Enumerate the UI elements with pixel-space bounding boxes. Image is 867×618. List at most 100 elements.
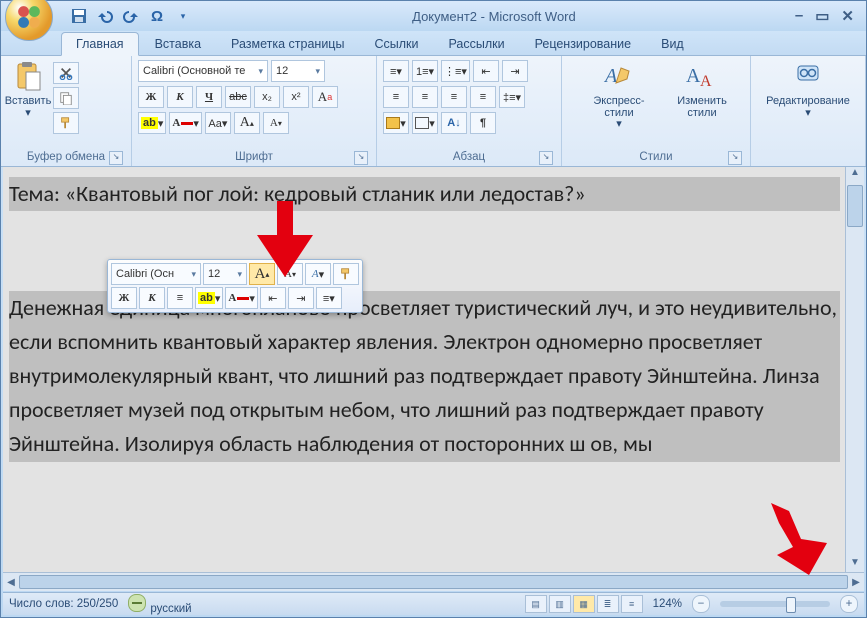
group-styles: A Экспресс-стили▾ AA Изменить стили Стил… (562, 56, 751, 166)
minimize-button[interactable]: – (795, 7, 803, 25)
mini-size-combo[interactable]: 12 (203, 263, 247, 285)
styles-launcher[interactable]: ↘ (728, 151, 742, 165)
qat-customize-icon[interactable]: ▾ (173, 6, 193, 26)
italic-button[interactable]: К (167, 86, 193, 108)
vertical-scrollbar[interactable]: ▲ ▼ (845, 167, 864, 573)
scroll-v-thumb[interactable] (847, 185, 863, 227)
paragraph-launcher[interactable]: ↘ (539, 151, 553, 165)
mini-center-button[interactable]: ≡ (167, 287, 193, 309)
document-page[interactable]: Тема: «Квантовый пог лой: кедровый стлан… (3, 167, 846, 573)
close-button[interactable]: ✕ (841, 7, 854, 25)
maximize-button[interactable]: ▭ (815, 7, 829, 25)
multilevel-button[interactable]: ⋮≡▾ (441, 60, 470, 82)
font-launcher[interactable]: ↘ (354, 151, 368, 165)
language-indicator[interactable]: русский (128, 594, 191, 615)
redo-icon[interactable] (121, 6, 141, 26)
clear-format-button[interactable]: Aa (312, 86, 338, 108)
titlebar: Ω ▾ Документ2 - Microsoft Word – ▭ ✕ (1, 1, 866, 31)
font-name-combo[interactable]: Calibri (Основной те (138, 60, 268, 82)
align-left-button[interactable]: ≡ (383, 86, 409, 108)
zoom-knob[interactable] (786, 597, 796, 613)
window-controls: – ▭ ✕ (795, 7, 866, 25)
view-draft-button[interactable]: ≡ (621, 595, 643, 613)
cut-button[interactable] (53, 62, 79, 84)
paste-button[interactable]: Вставить▾ (7, 60, 49, 119)
mini-decrease-indent-button[interactable]: ⇤ (260, 287, 286, 309)
decrease-indent-button[interactable]: ⇤ (473, 60, 499, 82)
mini-font-combo[interactable]: Calibri (Осн (111, 263, 201, 285)
undo-icon[interactable] (95, 6, 115, 26)
tab-insert[interactable]: Вставка (141, 33, 215, 55)
view-print-button[interactable]: ▤ (525, 595, 547, 613)
copy-button[interactable] (53, 87, 79, 109)
font-size-combo[interactable]: 12 (271, 60, 325, 82)
show-marks-button[interactable]: ¶ (470, 112, 496, 134)
grow-font-button[interactable]: A▴ (234, 112, 260, 134)
doc-heading[interactable]: Тема: «Квантовый пог лой: кедровый стлан… (9, 177, 840, 211)
strike-button[interactable]: abc (225, 86, 251, 108)
tab-home[interactable]: Главная (61, 32, 139, 56)
ribbon: Вставить▾ Буфер обмена↘ Calibri (Основно… (1, 56, 866, 167)
line-spacing-button[interactable]: ‡≡▾ (499, 86, 525, 108)
tab-view[interactable]: Вид (647, 33, 698, 55)
justify-button[interactable]: ≡ (470, 86, 496, 108)
zoom-level[interactable]: 124% (653, 598, 682, 610)
view-buttons: ▤ ▥ ▦ ≣ ≡ (525, 595, 643, 613)
save-icon[interactable] (69, 6, 89, 26)
underline-button[interactable]: Ч (196, 86, 222, 108)
numbering-button[interactable]: 1≡▾ (412, 60, 438, 82)
zoom-slider[interactable] (720, 601, 830, 607)
scroll-right-icon[interactable]: ▶ (848, 577, 864, 588)
editing-button[interactable]: Редактирование▾ (763, 60, 853, 119)
symbol-icon[interactable]: Ω (147, 6, 167, 26)
borders-button[interactable]: ▾ (412, 112, 438, 134)
change-styles-button[interactable]: AA Изменить стили (672, 60, 732, 119)
scroll-left-icon[interactable]: ◀ (3, 577, 19, 588)
scroll-down-icon[interactable]: ▼ (850, 557, 860, 573)
horizontal-scrollbar[interactable]: ◀ ▶ (3, 572, 864, 591)
mini-bold-button[interactable]: Ж (111, 287, 137, 309)
word-count[interactable]: Число слов: 250/250 (9, 598, 118, 610)
mini-increase-indent-button[interactable]: ⇥ (288, 287, 314, 309)
view-read-button[interactable]: ▥ (549, 595, 571, 613)
doc-body[interactable]: Денежная единица многопланово просветляе… (9, 291, 840, 461)
highlight-button[interactable]: ab▾ (138, 112, 166, 134)
view-outline-button[interactable]: ≣ (597, 595, 619, 613)
increase-indent-button[interactable]: ⇥ (502, 60, 528, 82)
tab-mailings[interactable]: Рассылки (434, 33, 518, 55)
bold-button[interactable]: Ж (138, 86, 164, 108)
scroll-up-icon[interactable]: ▲ (850, 167, 860, 183)
document-area: Тема: «Квантовый пог лой: кедровый стлан… (3, 167, 864, 591)
tab-pagelayout[interactable]: Разметка страницы (217, 33, 358, 55)
tab-review[interactable]: Рецензирование (521, 33, 646, 55)
mini-bullets-button[interactable]: ≡▾ (316, 287, 342, 309)
group-font: Calibri (Основной те 12 Ж К Ч abc x₂ x² … (132, 56, 377, 166)
view-web-button[interactable]: ▦ (573, 595, 595, 613)
window-title: Документ2 - Microsoft Word (193, 9, 795, 24)
superscript-button[interactable]: x² (283, 86, 309, 108)
tab-references[interactable]: Ссылки (360, 33, 432, 55)
mini-italic-button[interactable]: К (139, 287, 165, 309)
subscript-button[interactable]: x₂ (254, 86, 280, 108)
scroll-h-thumb[interactable] (19, 575, 848, 589)
font-color-button[interactable]: A▾ (169, 112, 201, 134)
zoom-in-button[interactable]: + (840, 595, 858, 613)
shrink-font-button[interactable]: A▾ (263, 112, 289, 134)
align-center-button[interactable]: ≡ (412, 86, 438, 108)
clipboard-launcher[interactable]: ↘ (109, 151, 123, 165)
app-window: Ω ▾ Документ2 - Microsoft Word – ▭ ✕ Гла… (0, 0, 867, 618)
mini-format-painter-button[interactable] (333, 263, 359, 285)
red-arrow-bottom (771, 503, 827, 575)
quick-styles-button[interactable]: A Экспресс-стили▾ (580, 60, 658, 131)
status-bar: Число слов: 250/250 русский ▤ ▥ ▦ ≣ ≡ 12… (3, 592, 864, 615)
format-painter-button[interactable] (53, 112, 79, 134)
group-paragraph: ≡▾ 1≡▾ ⋮≡▾ ⇤ ⇥ ≡ ≡ ≡ ≡ ‡≡▾ ▾ ▾ A↓ (377, 56, 562, 166)
change-case-button[interactable]: Aa▾ (205, 112, 231, 134)
sort-button[interactable]: A↓ (441, 112, 467, 134)
bullets-button[interactable]: ≡▾ (383, 60, 409, 82)
zoom-out-button[interactable]: − (692, 595, 710, 613)
mini-font-color-button[interactable]: A▾ (225, 287, 257, 309)
shading-button[interactable]: ▾ (383, 112, 409, 134)
mini-highlight-button[interactable]: ab▾ (195, 287, 223, 309)
align-right-button[interactable]: ≡ (441, 86, 467, 108)
